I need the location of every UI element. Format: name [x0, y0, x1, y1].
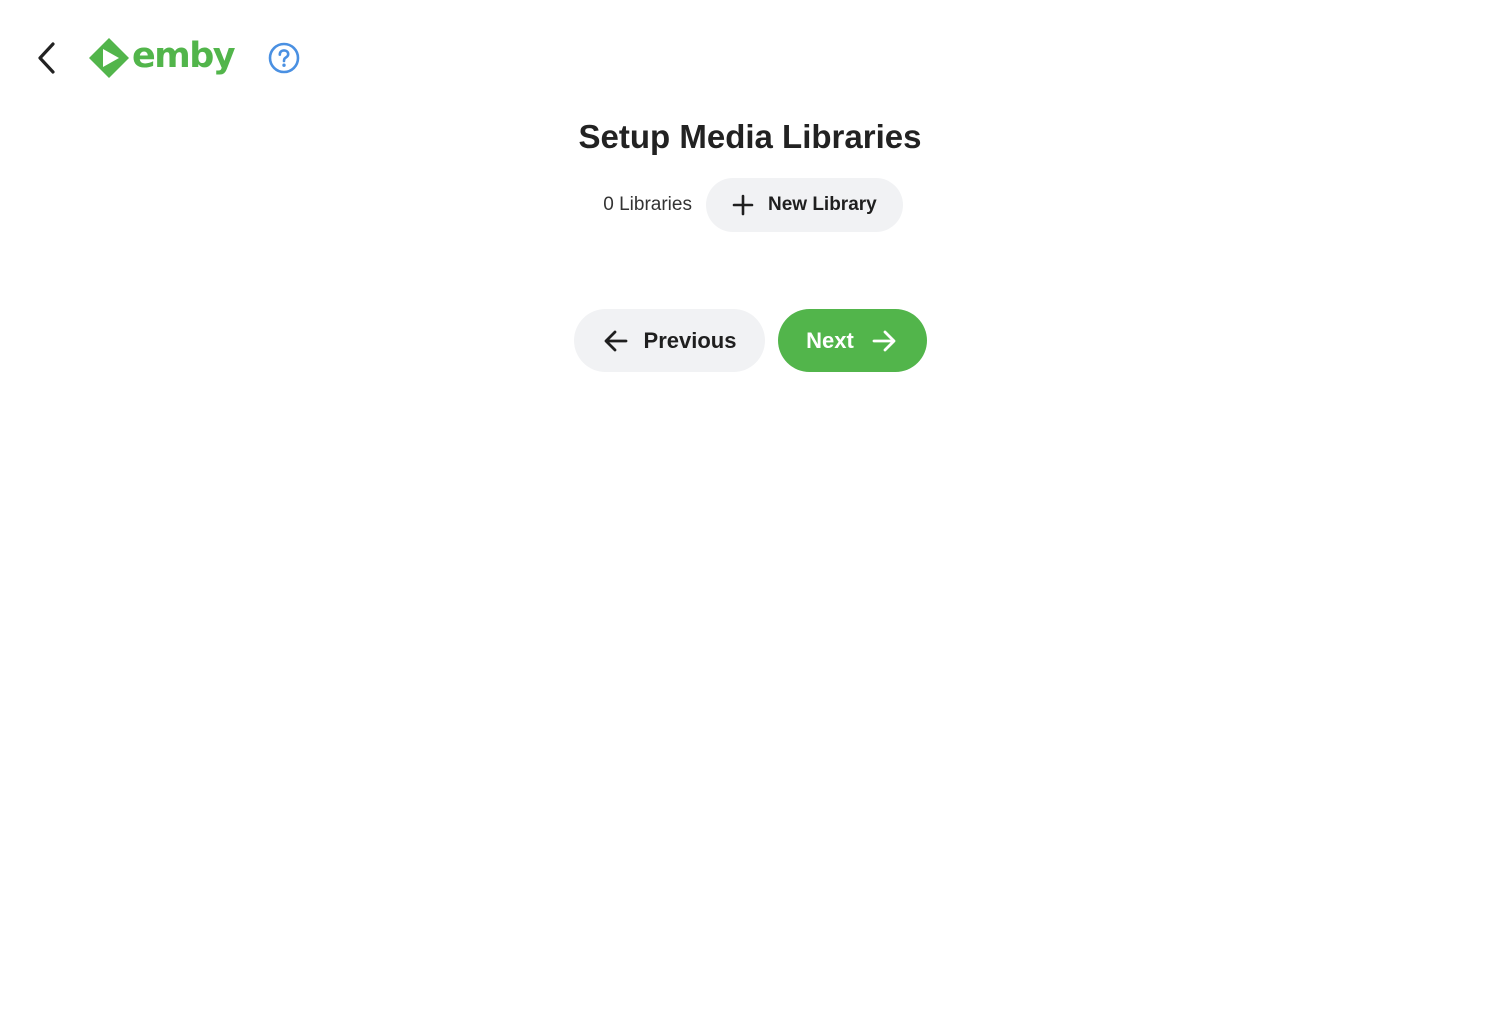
library-count: 0 Libraries [603, 194, 692, 215]
new-library-label: New Library [767, 194, 877, 215]
arrow-left-icon [604, 330, 627, 351]
arrow-right-icon [872, 330, 896, 351]
next-label: Next [806, 327, 854, 353]
next-button[interactable]: Next [777, 309, 927, 372]
header: emby [0, 0, 1500, 115]
previous-button[interactable]: Previous [573, 309, 765, 372]
back-button[interactable] [26, 36, 70, 80]
wizard-navigation: Previous Next [0, 309, 1500, 372]
new-library-button[interactable]: New Library [705, 178, 903, 232]
plus-icon [732, 194, 754, 216]
help-button[interactable] [264, 38, 304, 78]
library-toolbar: 0 Libraries New Library [0, 178, 1500, 232]
emby-logo: emby [88, 35, 236, 80]
previous-label: Previous [643, 327, 737, 353]
help-circle-icon [268, 42, 300, 74]
chevron-left-icon [38, 42, 55, 74]
emby-logo-mark-icon [89, 38, 129, 78]
page-title: Setup Media Libraries [578, 118, 922, 155]
logo-text: emby [132, 35, 236, 76]
